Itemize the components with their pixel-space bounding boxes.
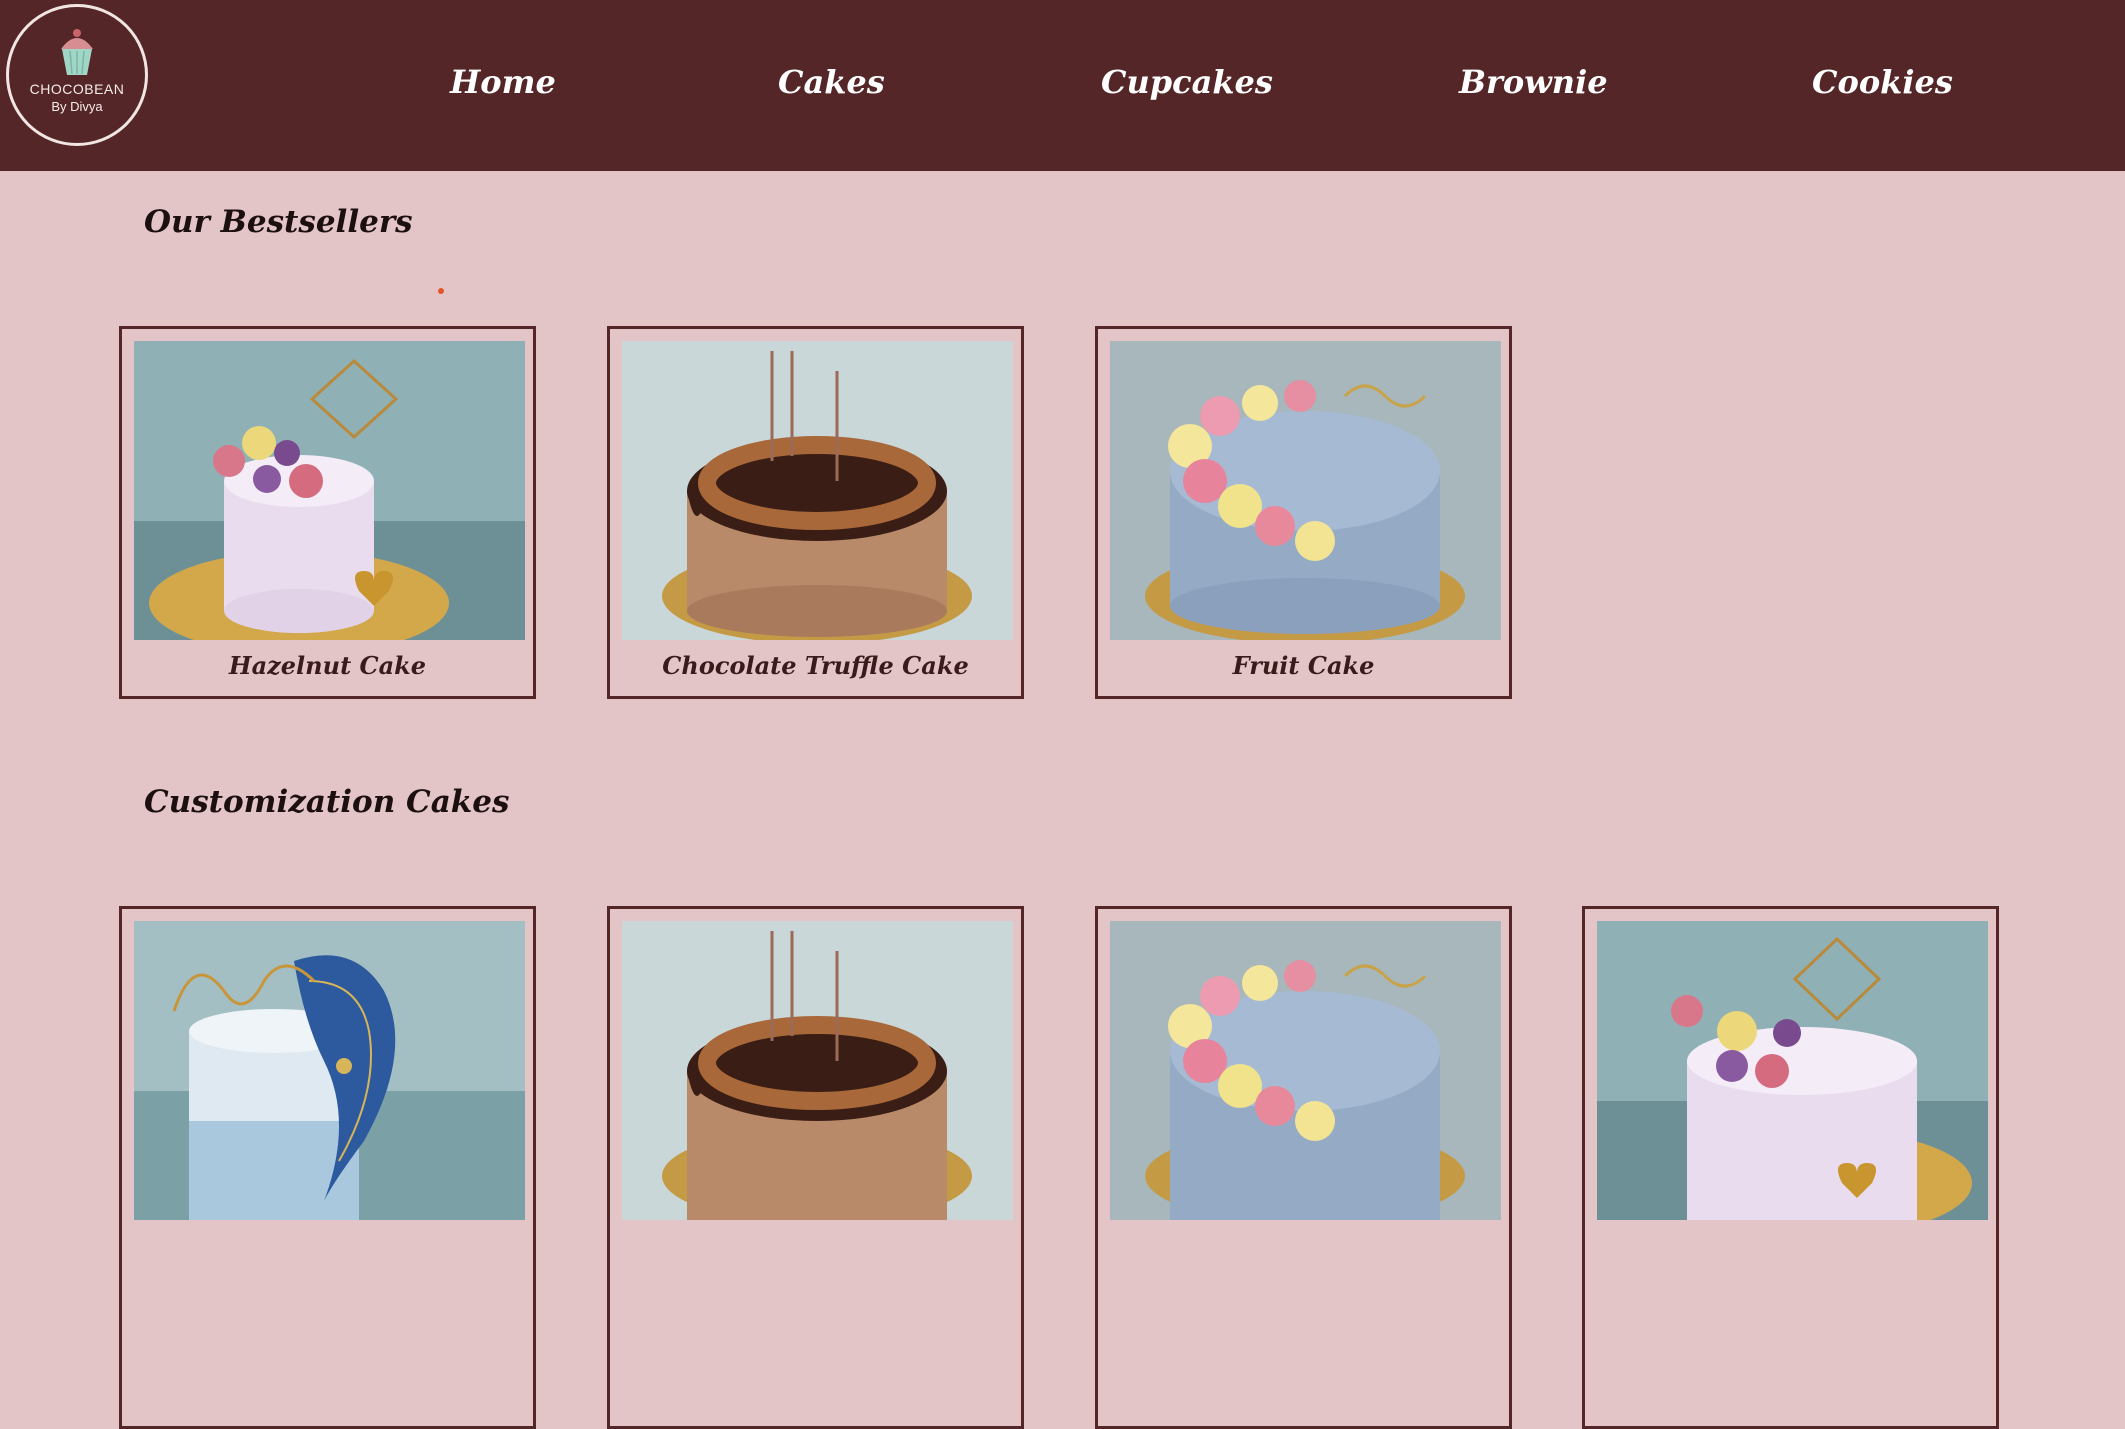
nav-brownie[interactable]: Brownie	[1459, 60, 1608, 104]
chocolate-truffle-cake-image	[622, 921, 1013, 1426]
bestsellers-title: Our Bestsellers	[144, 204, 413, 240]
fruit-cake-image	[1110, 921, 1501, 1426]
hazelnut-cake-image	[134, 341, 525, 640]
custom-card-3[interactable]	[1095, 906, 1512, 1429]
cupcake-icon	[61, 29, 93, 75]
product-label: Hazelnut Cake	[228, 651, 427, 680]
custom-card-4[interactable]	[1582, 906, 1999, 1429]
custom-card-2[interactable]	[607, 906, 1024, 1429]
product-card-hazelnut[interactable]: Hazelnut Cake	[119, 326, 536, 699]
product-card-chocolate-truffle[interactable]: Chocolate Truffle Cake	[607, 326, 1024, 699]
customization-title: Customization Cakes	[144, 784, 510, 820]
chocolate-truffle-cake-image	[622, 341, 1013, 640]
nav-home[interactable]: Home	[450, 60, 556, 104]
brand-name: CHOCOBEAN	[29, 81, 125, 97]
slider-indicator-dot[interactable]	[438, 288, 444, 294]
hazelnut-cake-image	[1597, 921, 1988, 1426]
nav-cookies[interactable]: Cookies	[1812, 60, 1953, 104]
fruit-cake-image	[1110, 341, 1501, 640]
custom-card-1[interactable]	[119, 906, 536, 1429]
blue-birthday-cake-image	[134, 921, 525, 1426]
brand-byline: By Divya	[51, 99, 103, 114]
nav-cakes[interactable]: Cakes	[778, 60, 885, 104]
product-label: Chocolate Truffle Cake	[662, 651, 969, 680]
product-card-fruit[interactable]: Fruit Cake	[1095, 326, 1512, 699]
brand-logo[interactable]: CHOCOBEAN By Divya	[6, 4, 148, 146]
nav-cupcakes[interactable]: Cupcakes	[1101, 60, 1273, 104]
site-header: CHOCOBEAN By Divya Home Cakes Cupcakes B…	[0, 0, 2125, 171]
product-label: Fruit Cake	[1232, 651, 1375, 680]
